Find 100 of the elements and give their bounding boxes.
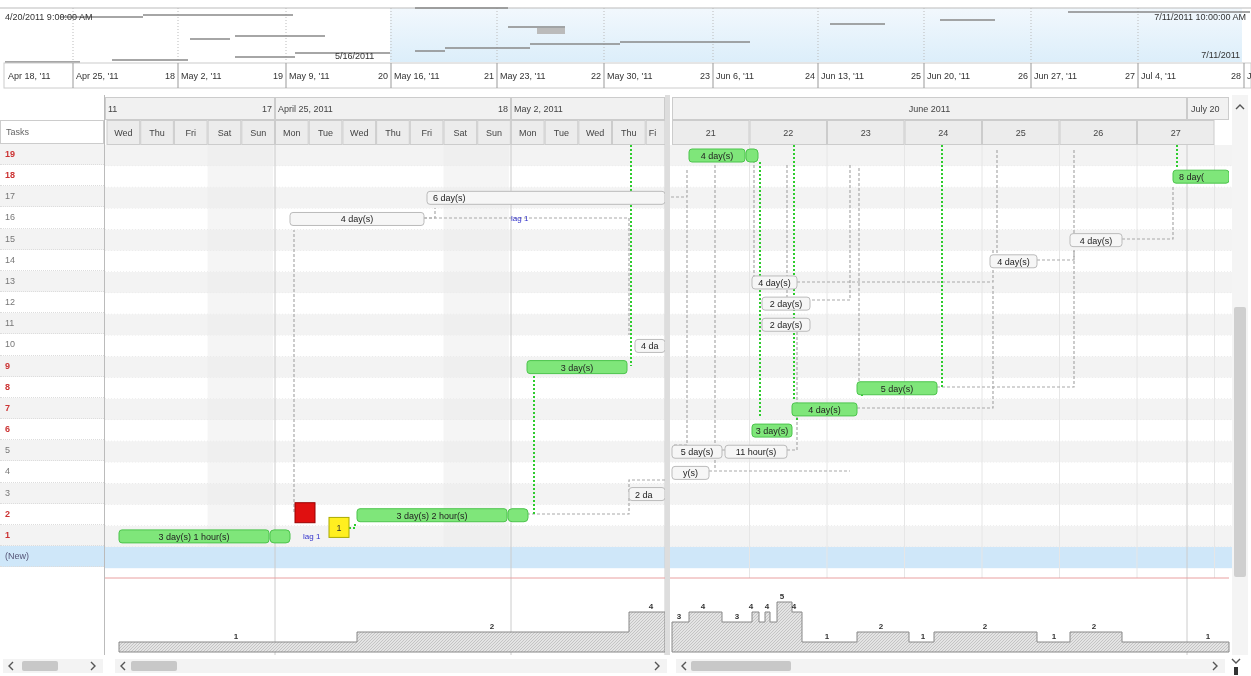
range-end-label: 7/11/2011 10:00:00 AM [1154,12,1246,22]
task-row-label[interactable]: 2 [0,503,104,525]
week-number-label: 28 [1231,71,1241,81]
task-row-label[interactable]: 4 [0,461,104,483]
task-row-label[interactable]: 19 [0,144,104,166]
task-bar[interactable]: 5 day(s) [671,444,723,459]
day-header: 25 [982,120,1060,145]
day-header: Fri [409,120,444,145]
task-row-label[interactable]: 7 [0,397,104,420]
load-value-label: 1 [1051,632,1057,641]
timeline-date-label: Jun 27, '11 [1034,71,1078,81]
day-header: Sat [443,120,478,145]
task-bar[interactable]: 4 da [634,338,665,353]
task-bar[interactable]: 4 day(s) [1069,233,1123,248]
horizontal-scrollbar[interactable] [3,658,103,673]
load-value-label: 4 [648,602,654,611]
task-row-label[interactable]: 10 [0,334,104,356]
constraint-marker[interactable] [294,502,316,524]
task-bar[interactable]: 4 day(s) [751,275,798,290]
task-row-label[interactable]: 15 [0,228,104,250]
week-header: April 25, 2011 18 [275,97,511,120]
task-bar[interactable]: 3 day(s) [751,423,793,438]
day-header: Fri [173,120,208,145]
task-row-label[interactable]: 11 [0,313,104,335]
day-header: Sun [477,120,511,145]
scroll-thumb[interactable] [690,660,791,671]
date-label: 7/11/2011 [1201,50,1240,60]
day-header: Wed [578,120,612,145]
day-header: Thu [612,120,646,145]
lag-label: lag 1 [303,532,321,541]
week-number-label: 24 [805,71,815,81]
day-header: Sun [241,120,275,145]
task-row-label[interactable]: 1 [0,524,104,546]
timeline-date-label: May 9, '11 [289,71,330,81]
week-header: May 2, 2011 [511,97,665,120]
scroll-thumb[interactable] [1234,307,1246,577]
week-number-label: 19 [273,71,283,81]
task-row-label[interactable]: (New) [0,545,104,568]
horizontal-scrollbar[interactable] [676,658,1225,673]
week-number-label: 21 [484,71,494,81]
day-header: Tue [308,120,343,145]
task-row-label[interactable]: 8 [0,376,104,398]
horizontal-scrollbar[interactable] [115,658,667,673]
day-header: 26 [1059,120,1137,145]
timeline-date-label: May 16, '11 [394,71,440,81]
timeline-date-label: May 30, '11 [607,71,653,81]
task-bar[interactable]: 6 day(s) [426,190,665,205]
load-value-label: 3 [734,612,740,621]
week-number-label: 20 [378,71,388,81]
task-bar[interactable]: 3 day(s) [526,360,628,375]
selected-row-highlight[interactable] [105,547,1232,569]
task-bar[interactable]: 4 day(s) [791,402,858,417]
day-header: 22 [749,120,827,145]
lag-label: lag 1 [511,214,529,223]
timeline-date-label: Jun 20, '11 [927,71,971,81]
load-value-label: 4 [764,602,770,611]
week-number-label: 26 [1018,71,1028,81]
month-header: July 20 [1187,97,1229,120]
task-row-label[interactable]: 3 [0,482,104,504]
task-row-label[interactable]: 9 [0,355,104,377]
task-row-label[interactable]: 13 [0,270,104,293]
load-value-label: 2 [878,622,884,631]
month-header: June 2011 [672,97,1187,120]
day-header: Mon [510,120,545,145]
note-marker[interactable]: 1 [328,516,350,538]
vertical-scrollbar[interactable] [1232,95,1248,655]
day-header: 21 [672,120,750,145]
task-row-label[interactable]: 17 [0,186,104,208]
task-bar[interactable]: 11 hour(s) [724,444,788,459]
scroll-thumb[interactable] [1234,666,1238,675]
load-value-label: 2 [1091,622,1097,631]
task-bar[interactable]: 8 day( [1172,169,1229,184]
timeline-date-label: Apr 18, '11 [8,71,51,81]
task-bar[interactable]: 2 day(s) [761,296,811,311]
day-header: Sat [207,120,242,145]
task-bar[interactable]: 5 day(s) [856,381,938,396]
task-bar[interactable]: 4 day(s) [989,254,1038,269]
scroll-thumb[interactable] [22,660,58,671]
load-value-label: 2 [489,622,495,631]
scroll-thumb[interactable] [130,660,177,671]
task-row-label[interactable]: 5 [0,440,104,462]
task-bar[interactable]: 4 day(s) [289,212,425,226]
load-value-label: 4 [700,602,706,611]
critical-dependency-line [348,521,356,529]
week-number-label: 18 [165,71,175,81]
task-bar[interactable]: 2 da [628,487,665,502]
task-bar[interactable]: 2 day(s) [761,317,811,332]
timeline-date-label: May 23, '11 [500,71,546,81]
critical-dependency-line [1176,144,1178,169]
task-row-label[interactable]: 14 [0,249,104,271]
timeline-date-label: Apr 25, '11 [76,71,119,81]
week-number-label: 27 [1125,71,1135,81]
load-value-label: 5 [779,592,785,601]
load-value-label: 4 [748,602,754,611]
load-value-label: 4 [791,602,797,611]
timeline-date-label: Jul 4, '11 [1141,71,1177,81]
task-row-label[interactable]: 16 [0,207,104,229]
week-number-label: 25 [911,71,921,81]
day-header: Thu [140,120,174,145]
task-bar[interactable]: y(s) [671,465,710,480]
